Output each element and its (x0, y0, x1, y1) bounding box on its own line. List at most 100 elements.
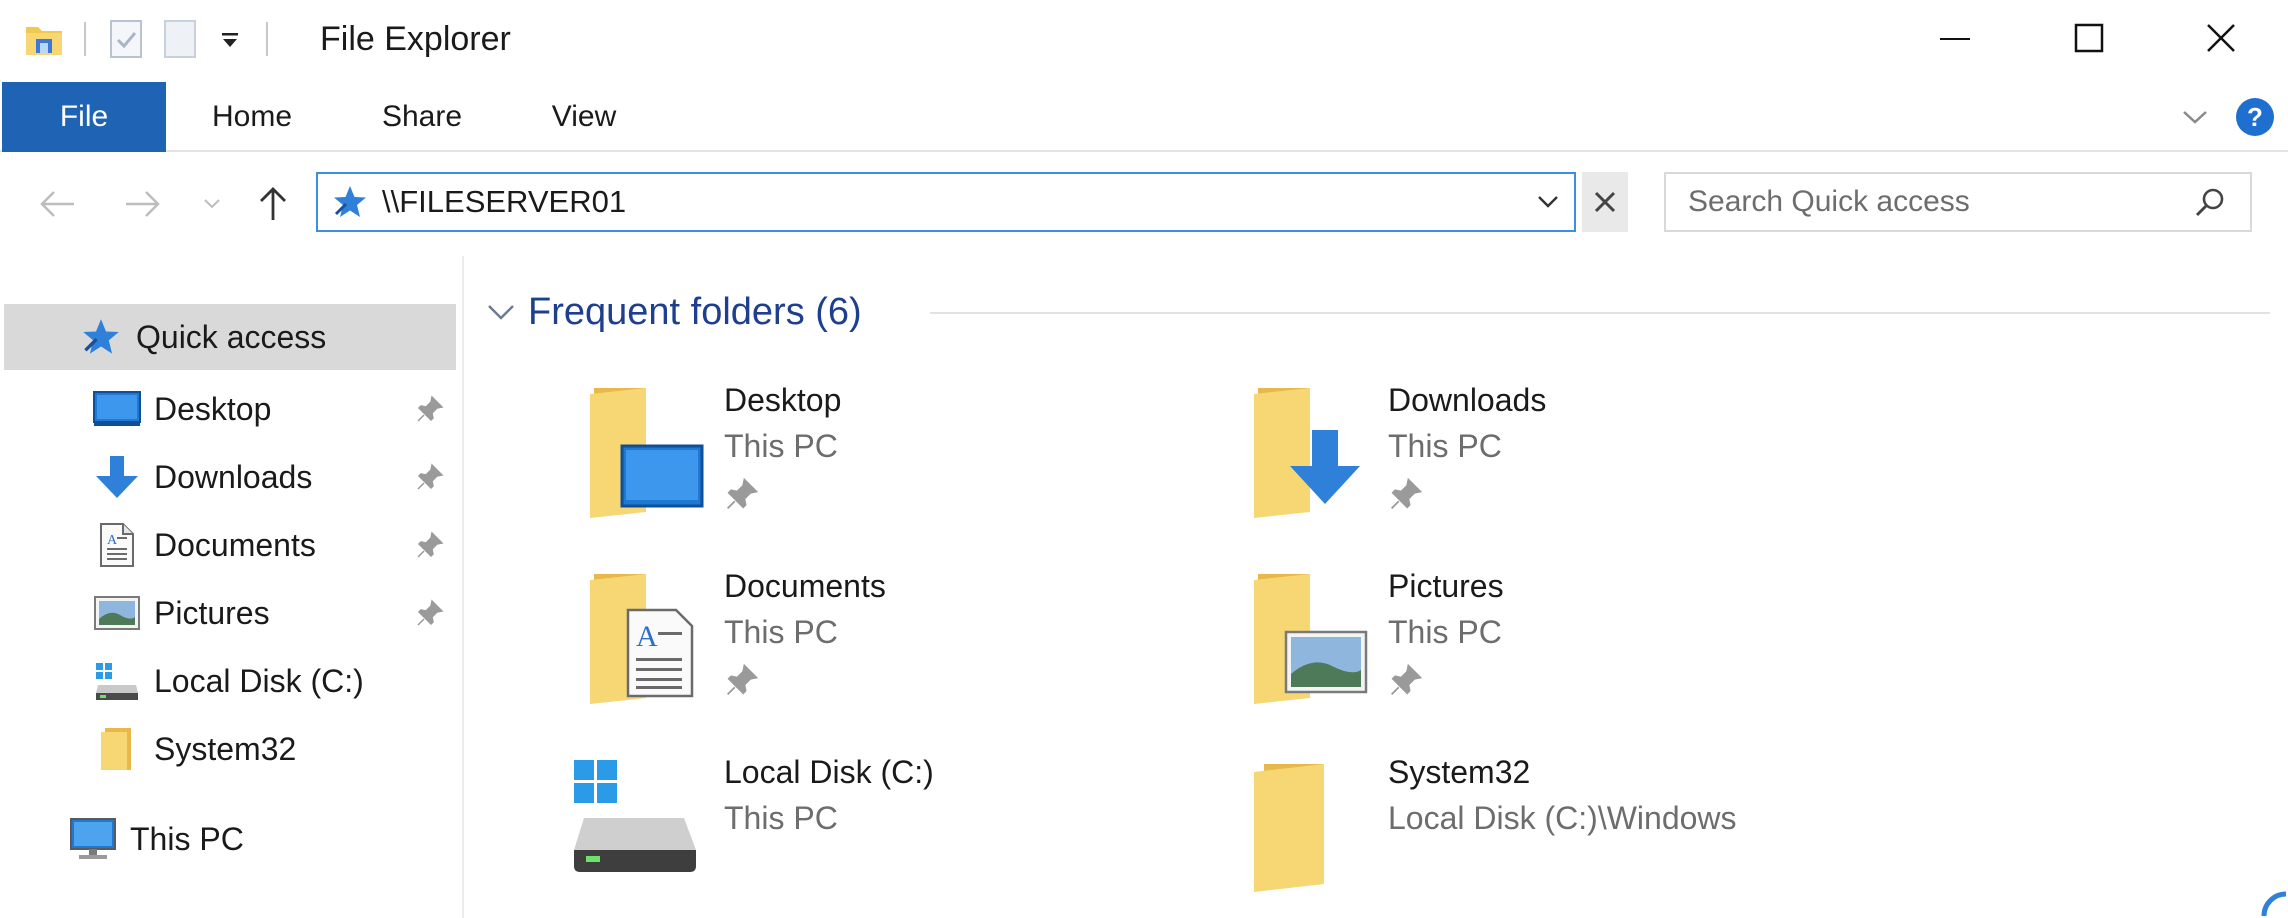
folder-tile-system32[interactable]: System32 Local Disk (C:)\Windows (1240, 752, 1860, 918)
help-icon[interactable]: ? (2232, 94, 2278, 140)
nav-item-label: Documents (154, 526, 316, 563)
close-icon (2207, 24, 2235, 52)
navigation-pane: Quick access Desktop Downloads A Documen… (0, 256, 464, 918)
tile-location: This PC (724, 614, 838, 650)
system32-folder-icon (1254, 764, 1324, 892)
nav-item-label: Quick access (136, 318, 327, 355)
clear-address-button[interactable] (1582, 172, 1628, 232)
tab-file[interactable]: File (2, 82, 166, 152)
minimize-icon (1940, 38, 1970, 40)
clear-x-icon (1594, 191, 1616, 213)
nav-item-label: Downloads (154, 458, 313, 495)
desktop-folder-icon (590, 388, 704, 518)
nav-item-desktop[interactable]: Desktop (92, 376, 412, 442)
downloads-folder-icon (1254, 388, 1360, 518)
tile-name: Local Disk (C:) (724, 754, 934, 790)
frequent-folders-header[interactable]: Frequent folders (6) (486, 282, 862, 342)
minimize-button[interactable] (1888, 0, 2022, 76)
nav-item-label: Desktop (154, 390, 272, 427)
nav-item-documents[interactable]: A Documents (92, 512, 412, 578)
search-icon[interactable] (2188, 180, 2232, 224)
svg-text:A: A (636, 620, 658, 653)
nav-item-quick-access[interactable]: Quick access (4, 304, 456, 370)
address-path[interactable]: \\FILESERVER01 (382, 184, 1526, 220)
customize-toolbar-dropdown-icon[interactable] (208, 17, 252, 61)
chevron-down-icon (204, 199, 220, 209)
desktop-icon (92, 384, 142, 434)
maximize-button[interactable] (2022, 0, 2156, 76)
expand-ribbon-chevron-icon[interactable] (2172, 94, 2218, 140)
window-title: File Explorer (320, 20, 511, 58)
refresh-indicator-icon (2261, 891, 2287, 917)
up-arrow-icon (260, 187, 286, 220)
pin-icon[interactable] (410, 389, 450, 429)
forward-button[interactable] (118, 176, 168, 232)
file-explorer-folder-icon[interactable] (22, 17, 66, 61)
quick-access-star-icon (330, 182, 370, 222)
back-button[interactable] (32, 176, 82, 232)
recent-locations-button[interactable] (196, 176, 228, 232)
title-bar: File Explorer (0, 0, 2288, 78)
navigation-row: \\FILESERVER01 (0, 154, 2288, 254)
address-history-dropdown-icon[interactable] (1526, 174, 1570, 230)
tile-name: Pictures (1388, 568, 1504, 604)
nav-item-downloads[interactable]: Downloads (92, 444, 412, 510)
group-title: Frequent folders (6) (528, 290, 862, 333)
up-button[interactable] (250, 176, 296, 232)
collapse-chevron-icon[interactable] (486, 302, 516, 322)
folder-icon (92, 724, 142, 774)
nav-item-label: Local Disk (C:) (154, 662, 364, 699)
pin-icon[interactable] (724, 662, 760, 698)
nav-item-label: System32 (154, 730, 297, 767)
quick-access-star-icon (76, 312, 126, 362)
folder-tile-desktop[interactable]: Desktop This PC (576, 380, 1196, 550)
document-icon: A (92, 520, 142, 570)
tile-location: This PC (724, 428, 838, 464)
tile-location: This PC (724, 800, 838, 836)
search-input[interactable] (1688, 185, 2188, 219)
tab-home[interactable]: Home (196, 82, 308, 152)
this-pc-icon (68, 814, 118, 864)
pictures-icon (92, 588, 142, 638)
tab-view[interactable]: View (534, 82, 634, 152)
new-folder-icon[interactable] (158, 17, 202, 61)
toolbar-separator (84, 22, 86, 56)
folder-tile-documents[interactable]: A Documents This PC (576, 566, 1196, 736)
tile-name: System32 (1388, 754, 1531, 790)
nav-item-pictures[interactable]: Pictures (92, 580, 412, 646)
nav-item-this-pc[interactable]: This PC (68, 806, 398, 872)
pin-icon[interactable] (724, 476, 760, 512)
toolbar-separator (266, 22, 268, 56)
pin-icon[interactable] (410, 525, 450, 565)
svg-text:A: A (107, 533, 118, 548)
tile-name: Desktop (724, 382, 842, 418)
nav-item-label: Pictures (154, 594, 270, 631)
tile-location: This PC (1388, 428, 1502, 464)
documents-folder-icon: A (590, 574, 694, 704)
drive-tile-local-disk[interactable]: Local Disk (C:) This PC (574, 752, 1196, 918)
group-divider (930, 312, 2270, 314)
close-button[interactable] (2154, 0, 2288, 76)
download-arrow-icon (92, 452, 142, 502)
folder-tile-pictures[interactable]: Pictures This PC (1240, 566, 1860, 736)
drive-icon (92, 656, 142, 706)
quick-access-toolbar (22, 14, 286, 64)
address-bar[interactable]: \\FILESERVER01 (316, 172, 1576, 232)
pin-icon[interactable] (410, 593, 450, 633)
tab-share[interactable]: Share (366, 82, 478, 152)
pin-icon[interactable] (1388, 476, 1424, 512)
properties-icon[interactable] (104, 17, 148, 61)
nav-item-local-disk[interactable]: Local Disk (C:) (92, 648, 412, 714)
back-arrow-icon (40, 191, 74, 217)
ribbon-tabs: File Home Share View ? (0, 82, 2288, 152)
ribbon-right-controls: ? (2172, 82, 2288, 152)
folder-tile-downloads[interactable]: Downloads This PC (1240, 380, 1860, 550)
search-box[interactable] (1664, 172, 2252, 232)
pictures-folder-icon (1254, 574, 1368, 704)
tile-name: Documents (724, 568, 886, 604)
pin-icon[interactable] (410, 457, 450, 497)
local-disk-icon (574, 760, 696, 872)
tile-location: Local Disk (C:)\Windows (1388, 800, 1737, 836)
pin-icon[interactable] (1388, 662, 1424, 698)
nav-item-system32[interactable]: System32 (92, 716, 412, 782)
